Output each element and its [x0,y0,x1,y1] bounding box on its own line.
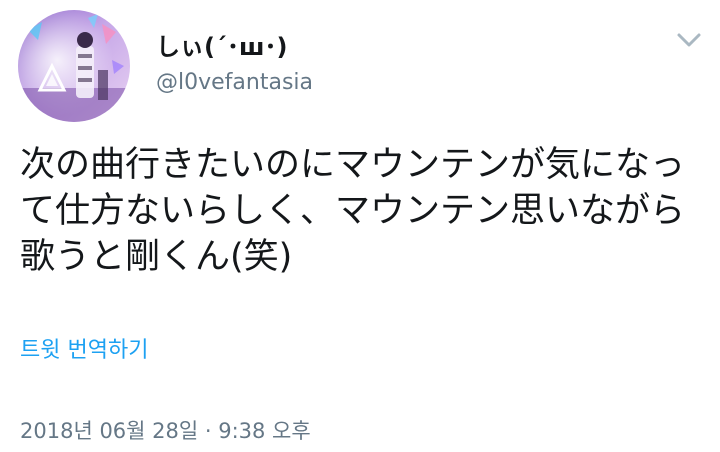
user-handle[interactable]: @l0vefantasia [156,68,313,98]
tweet-text-line: て仕方ないらしく、マウンテン思いながら [20,191,686,231]
tweet-detail: しぃ(´･ш･) @l0vefantasia 次の曲行きたいのにマウンテンが気に… [0,0,720,452]
tweet-text-line: 次の曲行きたいのにマウンテンが気になっ [20,145,686,185]
avatar[interactable] [18,10,130,122]
chevron-down-icon[interactable] [676,30,702,50]
translate-tweet-link[interactable]: 트윗 번역하기 [20,336,148,366]
tweet-text-line: 歌うと剛くん(笑) [20,237,293,277]
tweet-text: 次の曲行きたいのにマウンテンが気になっ て仕方ないらしく、マウンテン思いながら … [20,142,710,280]
display-name[interactable]: しぃ(´･ш･) [156,32,313,62]
user-info[interactable]: しぃ(´･ш･) @l0vefantasia [156,32,313,98]
tweet-header: しぃ(´･ш･) @l0vefantasia [18,10,702,122]
tweet-timestamp[interactable]: 2018년 06월 28일 · 9:38 오후 [20,416,311,446]
